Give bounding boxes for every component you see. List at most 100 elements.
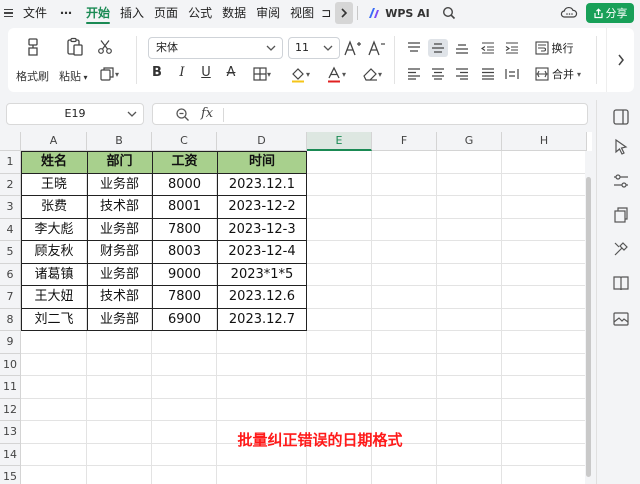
table-header-cell[interactable]: 姓名: [21, 151, 87, 174]
settings-sliders-icon[interactable]: [612, 172, 630, 190]
row-header-13[interactable]: 13: [0, 421, 21, 444]
row-header-11[interactable]: 11: [0, 376, 21, 399]
distributed-button[interactable]: [502, 65, 522, 83]
align-center-button[interactable]: [428, 65, 448, 83]
row-header-2[interactable]: 2: [0, 173, 21, 196]
chevron-right-icon[interactable]: [335, 2, 354, 24]
column-header-h[interactable]: H: [502, 132, 587, 151]
row-header-12[interactable]: 12: [0, 398, 21, 421]
row-header-1[interactable]: 1: [0, 151, 21, 174]
table-cell[interactable]: 2023*1*5: [217, 264, 307, 287]
decrease-font-button[interactable]: [368, 38, 386, 58]
column-header-f[interactable]: F: [372, 132, 437, 151]
increase-font-button[interactable]: [344, 38, 362, 58]
tab-view[interactable]: 视图: [285, 0, 319, 26]
bold-button[interactable]: B: [149, 65, 165, 80]
table-cell[interactable]: 2023-12-3: [217, 219, 307, 242]
font-name-select[interactable]: 宋体: [148, 37, 283, 59]
column-header-g[interactable]: G: [437, 132, 502, 151]
search-icon[interactable]: [436, 6, 462, 20]
align-top-button[interactable]: [404, 39, 424, 57]
underline-button[interactable]: U: [198, 65, 214, 80]
table-cell[interactable]: 7800: [152, 286, 217, 309]
column-header-e[interactable]: E: [307, 132, 372, 151]
table-cell[interactable]: 顾友秋: [21, 241, 87, 264]
align-middle-button[interactable]: [428, 39, 448, 57]
table-cell[interactable]: 业务部: [87, 309, 152, 332]
row-header-5[interactable]: 5: [0, 241, 21, 264]
table-cell[interactable]: 业务部: [87, 219, 152, 242]
decrease-indent-button[interactable]: [478, 39, 498, 57]
table-cell[interactable]: 技术部: [87, 196, 152, 219]
wrap-text-button[interactable]: 换行: [530, 38, 578, 58]
align-bottom-button[interactable]: [452, 39, 472, 57]
table-cell[interactable]: 8003: [152, 241, 217, 264]
scrollbar-thumb[interactable]: [586, 177, 591, 477]
borders-button[interactable]: ▾: [248, 65, 276, 83]
fx-icon[interactable]: fx: [201, 106, 213, 121]
table-cell[interactable]: 诸葛镇: [21, 264, 87, 287]
table-header-cell[interactable]: 部门: [87, 151, 152, 174]
row-header-14[interactable]: 14: [0, 443, 21, 466]
row-header-6[interactable]: 6: [0, 263, 21, 286]
row-header-4[interactable]: 4: [0, 218, 21, 241]
column-header-a[interactable]: A: [21, 132, 87, 151]
tab-page[interactable]: 页面: [149, 0, 183, 26]
row-header-9[interactable]: 9: [0, 331, 21, 354]
copy-button[interactable]: ▾: [94, 65, 124, 83]
justify-button[interactable]: [478, 65, 498, 83]
tab-review[interactable]: 审阅: [251, 0, 285, 26]
collapse-panel-icon[interactable]: [612, 108, 630, 126]
merge-cells-button[interactable]: 合并 ▾: [530, 64, 586, 84]
table-cell[interactable]: 7800: [152, 219, 217, 242]
table-cell[interactable]: 业务部: [87, 264, 152, 287]
menu-more-dots[interactable]: ⋯: [52, 0, 81, 26]
table-cell[interactable]: 8001: [152, 196, 217, 219]
spreadsheet-grid[interactable]: A B C D E F G H 1 2 3 4 5 6 7 8 9 10 11 12 13 14 15 姓名 部门 工资 时间 王晓业…: [0, 132, 592, 484]
share-button[interactable]: 分享: [586, 3, 634, 23]
book-reader-icon[interactable]: [612, 274, 630, 292]
row-header-3[interactable]: 3: [0, 196, 21, 219]
tools-icon[interactable]: [612, 240, 630, 258]
table-cell[interactable]: 技术部: [87, 286, 152, 309]
wps-ai-button[interactable]: WPS AI: [362, 7, 436, 20]
row-header-8[interactable]: 8: [0, 308, 21, 331]
cursor-select-icon[interactable]: [612, 138, 630, 156]
row-header-7[interactable]: 7: [0, 286, 21, 309]
menu-file[interactable]: 文件: [18, 0, 52, 26]
table-header-cell[interactable]: 工资: [152, 151, 217, 174]
table-cell[interactable]: 2023.12.6: [217, 286, 307, 309]
row-header-15[interactable]: 15: [0, 466, 21, 484]
column-header-c[interactable]: C: [152, 132, 217, 151]
font-size-select[interactable]: 11: [288, 37, 340, 59]
table-cell[interactable]: 6900: [152, 309, 217, 332]
italic-button[interactable]: I: [174, 65, 190, 80]
select-all-corner[interactable]: [0, 132, 21, 151]
name-box[interactable]: E19: [6, 103, 144, 125]
format-painter-button[interactable]: [22, 36, 44, 58]
clone-sheet-icon[interactable]: [612, 206, 630, 224]
column-header-b[interactable]: B: [87, 132, 152, 151]
strikethrough-button[interactable]: A: [223, 65, 239, 80]
tab-formula[interactable]: 公式: [183, 0, 217, 26]
align-right-button[interactable]: [452, 65, 472, 83]
fill-color-button[interactable]: ▾: [286, 64, 314, 84]
tab-home[interactable]: 开始: [81, 0, 115, 26]
tab-insert[interactable]: 插入: [115, 0, 149, 26]
column-header-d[interactable]: D: [217, 132, 307, 151]
table-cell[interactable]: 财务部: [87, 241, 152, 264]
table-cell[interactable]: 王大妞: [21, 286, 87, 309]
table-cell[interactable]: 刘二飞: [21, 309, 87, 332]
table-cell[interactable]: 业务部: [87, 174, 152, 197]
ribbon-scroll-right[interactable]: [606, 28, 634, 92]
table-cell[interactable]: 2023.12.1: [217, 174, 307, 197]
cut-button[interactable]: [95, 37, 115, 57]
hamburger-icon[interactable]: [0, 0, 18, 26]
formula-input[interactable]: fx: [152, 103, 588, 125]
table-cell[interactable]: 王晓: [21, 174, 87, 197]
cloud-sync-icon[interactable]: [560, 5, 578, 22]
paste-button[interactable]: [64, 36, 86, 58]
tab-overflow[interactable]: ⊐: [319, 0, 333, 26]
font-color-button[interactable]: ▾: [322, 64, 350, 84]
tab-data[interactable]: 数据: [217, 0, 251, 26]
